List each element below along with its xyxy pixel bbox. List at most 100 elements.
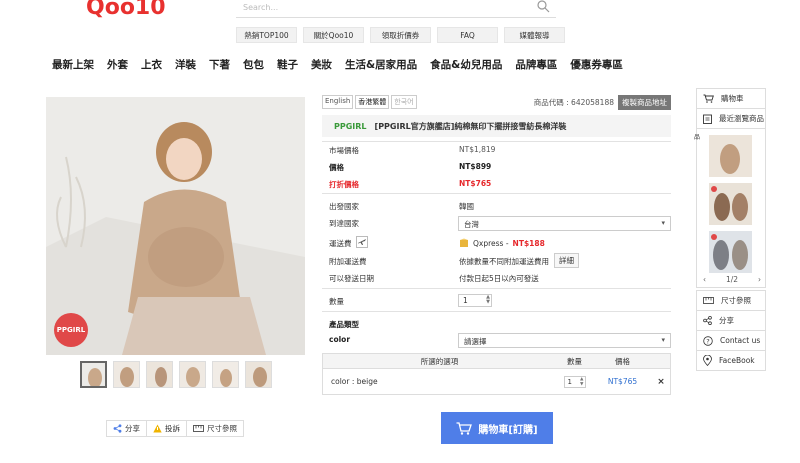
- lang-english[interactable]: English: [322, 95, 354, 109]
- sidebar-cart[interactable]: 購物車: [696, 88, 766, 109]
- location-pin-icon: [703, 355, 712, 366]
- stepper-arrows-icon[interactable]: ▲ ▼: [486, 295, 490, 305]
- category-nav: 最新上架 外套 上衣 洋裝 下著 包包 鞋子 美妝 生活&居家用品 食品&幼兒用…: [52, 57, 636, 72]
- category-shoes[interactable]: 鞋子: [277, 57, 298, 72]
- color-select[interactable]: 請選擇 ▾: [458, 333, 671, 348]
- color-select-value: 請選擇: [464, 337, 487, 346]
- category-food[interactable]: 食品&幼兒用品: [430, 57, 502, 72]
- sidebar-recent[interactable]: 最近瀏覽商品: [696, 108, 766, 129]
- recent-item[interactable]: [709, 231, 752, 273]
- quantity-label: 數量: [329, 297, 344, 306]
- plane-icon[interactable]: [356, 236, 368, 248]
- sidebar-contact[interactable]: ? Contact us: [696, 330, 766, 351]
- shop-name[interactable]: PPGIRL: [334, 122, 367, 131]
- ruler-icon: [193, 425, 204, 432]
- row-qty-stepper[interactable]: 1 ▲ ▼: [556, 375, 593, 388]
- chevron-left-icon[interactable]: ‹: [703, 275, 706, 284]
- sidebar-share-label: 分享: [719, 316, 734, 325]
- toplink-media[interactable]: 媒體報導: [504, 27, 565, 43]
- discount-price-label: 打折價格: [329, 180, 359, 189]
- chevron-down-icon: ▾: [661, 336, 665, 344]
- recent-items-panel: 品 ‹ 1/2 ›: [694, 128, 767, 288]
- share-button[interactable]: 分享: [107, 421, 147, 436]
- toplink-top100[interactable]: 熱銷TOP100: [236, 27, 297, 43]
- search-input[interactable]: Search...: [236, 0, 556, 18]
- qoo10-logo[interactable]: Qoo10: [86, 0, 176, 18]
- selected-options-table: 所選的選項 數量 價格 color : beige 1 ▲ ▼ NT$765 ×: [322, 353, 671, 395]
- size-chart-button[interactable]: 尺寸參照: [187, 421, 243, 436]
- warning-icon: [153, 424, 162, 433]
- share-bar: 分享 投訴 尺寸參照: [106, 420, 244, 437]
- quantity-stepper[interactable]: 1 ▲ ▼: [458, 294, 492, 307]
- category-bottoms[interactable]: 下著: [209, 57, 230, 72]
- thumbnail[interactable]: [113, 361, 140, 388]
- thumbnail[interactable]: [212, 361, 239, 388]
- ppgirl-badge: PPGIRL: [54, 313, 88, 347]
- category-home[interactable]: 生活&居家用品: [345, 57, 417, 72]
- detail-button[interactable]: 詳細: [554, 253, 579, 268]
- ship-date-value: 付款日起5日以內可發送: [459, 274, 539, 283]
- header-qty: 數量: [567, 356, 582, 366]
- product-code-text: 商品代碼 : 642058188: [533, 98, 614, 107]
- thumbnail[interactable]: [179, 361, 206, 388]
- copy-address-button[interactable]: 複製商品地址: [618, 95, 671, 110]
- category-outer[interactable]: 外套: [107, 57, 128, 72]
- category-new[interactable]: 最新上架: [52, 57, 94, 72]
- sidebar-size-label: 尺寸參照: [721, 296, 751, 305]
- destination-select[interactable]: 台灣 ▾: [458, 216, 671, 231]
- ruler-icon: [703, 297, 714, 304]
- right-sidebar: 購物車 最近瀏覽商品 品 ‹ 1/2 › 尺寸參照 分享 ? Contact u…: [694, 88, 767, 371]
- origin-label: 出發國家: [329, 202, 359, 211]
- category-bags[interactable]: 包包: [243, 57, 264, 72]
- clipboard-icon: [703, 114, 712, 124]
- search-icon[interactable]: [536, 0, 550, 14]
- recent-item[interactable]: [709, 135, 752, 177]
- svg-text:Qoo10: Qoo10: [86, 0, 166, 18]
- recent-item[interactable]: [709, 183, 752, 225]
- discount-price: NT$765: [459, 179, 492, 188]
- category-tops[interactable]: 上衣: [141, 57, 162, 72]
- svg-text:?: ?: [706, 337, 709, 345]
- ship-date-label: 可以發送日期: [329, 274, 374, 283]
- product-title: PPGIRL [PPGIRL官方旗艦店]純棉無印下擺拼接雪紡長棉洋裝: [322, 115, 671, 137]
- cart-icon: [456, 421, 473, 435]
- category-coupons[interactable]: 優惠券專區: [570, 57, 623, 72]
- sidebar-recent-label: 最近瀏覽商品: [719, 114, 764, 123]
- box-icon: [460, 238, 468, 247]
- toplink-about[interactable]: 關於Qoo10: [303, 27, 364, 43]
- sidebar-cart-label: 購物車: [721, 94, 744, 103]
- shipping-method: Qxpress -: [473, 238, 509, 248]
- thumbnail[interactable]: [80, 361, 107, 388]
- sidebar-share[interactable]: 分享: [696, 310, 766, 331]
- stepper-arrows-icon[interactable]: ▲ ▼: [580, 377, 583, 387]
- category-dress[interactable]: 洋裝: [175, 57, 196, 72]
- lang-korean[interactable]: 한국어: [391, 95, 417, 109]
- add-to-cart-button[interactable]: 購物車[訂購]: [441, 412, 553, 444]
- row-price: NT$765: [607, 377, 638, 386]
- size-label: 尺寸參照: [207, 424, 237, 433]
- extra-shipping-label: 附加運送費: [329, 257, 367, 266]
- recent-pager: ‹ 1/2 ›: [697, 275, 767, 284]
- sidebar-size-chart[interactable]: 尺寸參照: [696, 290, 766, 311]
- category-beauty[interactable]: 美妝: [311, 57, 332, 72]
- product-type-label: 產品類型: [329, 320, 359, 329]
- remove-icon[interactable]: ×: [652, 377, 670, 387]
- sidebar-facebook-label: FaceBook: [719, 356, 755, 365]
- market-price-label: 市場價格: [329, 146, 359, 155]
- price-label: 價格: [329, 163, 344, 172]
- destination-value: 台灣: [464, 220, 479, 229]
- cart-icon: [703, 94, 714, 103]
- toplink-coupons[interactable]: 領取折價券: [370, 27, 431, 43]
- category-brands[interactable]: 品牌專區: [515, 57, 557, 72]
- lang-hk[interactable]: 香港繁體: [355, 95, 390, 109]
- report-button[interactable]: 投訴: [147, 421, 187, 436]
- sidebar-facebook[interactable]: FaceBook: [696, 350, 766, 371]
- origin-value: 韓國: [459, 202, 474, 211]
- header-price: 價格: [615, 356, 630, 366]
- thumbnail[interactable]: [245, 361, 272, 388]
- chevron-right-icon[interactable]: ›: [758, 275, 761, 284]
- product-main-image[interactable]: PPGIRL: [46, 97, 305, 355]
- toplink-faq[interactable]: FAQ: [437, 27, 498, 43]
- help-icon: ?: [703, 335, 713, 346]
- thumbnail[interactable]: [146, 361, 173, 388]
